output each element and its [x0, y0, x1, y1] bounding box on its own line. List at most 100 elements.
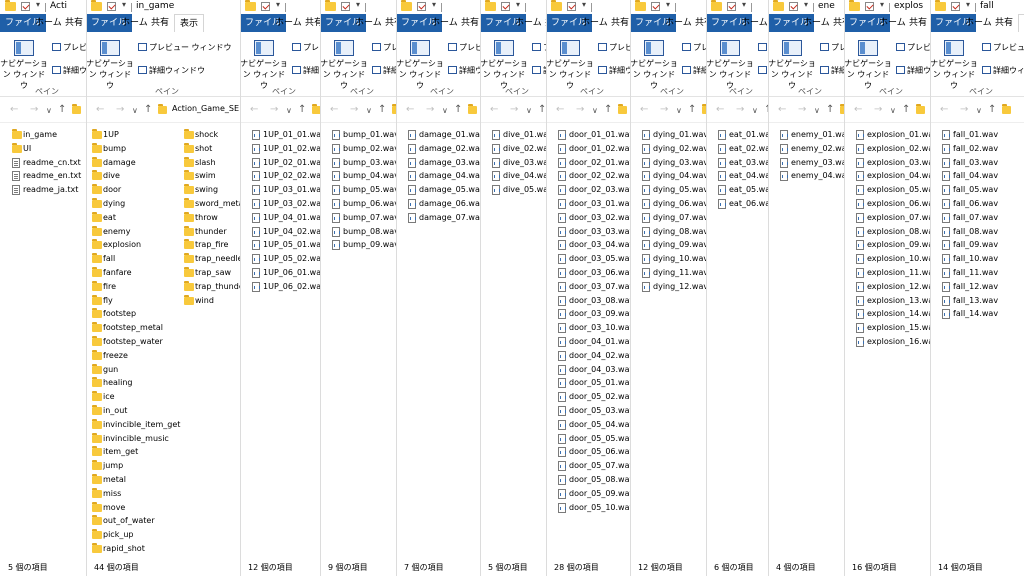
navigation-pane-icon[interactable] — [720, 40, 740, 56]
recent-chevron-icon[interactable]: ∨ — [592, 106, 598, 115]
back-arrow-icon[interactable]: ← — [716, 104, 724, 115]
up-arrow-icon[interactable]: ↑ — [58, 104, 66, 115]
preview-pane-button[interactable]: プレビュー ウィンドウ — [303, 42, 320, 53]
tab-share[interactable]: 共有 — [146, 14, 174, 32]
recent-chevron-icon[interactable]: ∨ — [46, 106, 52, 115]
details-pane-button[interactable]: 詳細ウィンドウ — [831, 65, 844, 76]
preview-pane-button[interactable]: プレビュー ウィンドウ — [383, 42, 396, 53]
forward-arrow-icon[interactable]: → — [350, 104, 358, 115]
tab-home[interactable]: ホーム — [736, 14, 768, 32]
tab-view[interactable]: 表示 — [1018, 14, 1024, 33]
preview-pane-button[interactable]: プレビュー ウィンドウ — [831, 42, 844, 53]
tab-share[interactable]: 共有 — [606, 14, 630, 32]
details-pane-button[interactable]: 詳細ウィンドウ — [693, 65, 706, 76]
preview-pane-button[interactable]: プレビュー ウィンドウ — [609, 42, 630, 53]
up-arrow-icon[interactable]: ↑ — [454, 104, 462, 115]
details-pane-button[interactable]: 詳細ウィンドウ — [993, 65, 1024, 76]
tab-share[interactable]: 共有 — [380, 14, 396, 32]
chevron-down-icon[interactable]: ▾ — [432, 0, 436, 9]
back-arrow-icon[interactable]: ← — [778, 104, 786, 115]
forward-arrow-icon[interactable]: → — [736, 104, 744, 115]
forward-arrow-icon[interactable]: → — [960, 104, 968, 115]
chevron-down-icon[interactable]: ▾ — [122, 0, 126, 9]
preview-pane-button[interactable]: プレビュー ウィンドウ — [149, 42, 232, 53]
preview-pane-icon[interactable] — [532, 43, 541, 51]
back-arrow-icon[interactable]: ← — [940, 104, 948, 115]
details-pane-icon[interactable] — [52, 66, 61, 74]
chevron-down-icon[interactable]: ▾ — [276, 0, 280, 9]
checkbox-icon[interactable] — [107, 2, 116, 11]
details-pane-icon[interactable] — [138, 66, 147, 74]
navigation-pane-icon[interactable] — [14, 40, 34, 56]
back-arrow-icon[interactable]: ← — [854, 104, 862, 115]
tab-share[interactable]: 共有 — [828, 14, 844, 32]
preview-pane-button[interactable]: プレビュー ウィンドウ — [63, 42, 86, 53]
checkbox-icon[interactable] — [651, 2, 660, 11]
details-pane-icon[interactable] — [448, 66, 457, 74]
preview-pane-button[interactable]: プレビュー ウィンドウ — [459, 42, 480, 53]
navigation-pane-icon[interactable] — [858, 40, 878, 56]
details-pane-button[interactable]: 詳細ウィンドウ — [383, 65, 396, 76]
preview-pane-icon[interactable] — [758, 43, 767, 51]
checkbox-icon[interactable] — [951, 2, 960, 11]
chevron-down-icon[interactable]: ▾ — [804, 0, 808, 9]
preview-pane-icon[interactable] — [372, 43, 381, 51]
checkbox-icon[interactable] — [567, 2, 576, 11]
chevron-down-icon[interactable]: ▾ — [36, 0, 40, 9]
forward-arrow-icon[interactable]: → — [30, 104, 38, 115]
back-arrow-icon[interactable]: ← — [96, 104, 104, 115]
chevron-down-icon[interactable]: ▾ — [666, 0, 670, 9]
address-path[interactable]: Action_Game_SE — [172, 104, 239, 113]
navigation-pane-icon[interactable] — [410, 40, 430, 56]
recent-chevron-icon[interactable]: ∨ — [442, 106, 448, 115]
up-arrow-icon[interactable]: ↑ — [378, 104, 386, 115]
details-pane-icon[interactable] — [292, 66, 301, 74]
checkbox-icon[interactable] — [865, 2, 874, 11]
recent-chevron-icon[interactable]: ∨ — [366, 106, 372, 115]
preview-pane-icon[interactable] — [682, 43, 691, 51]
navigation-pane-icon[interactable] — [100, 40, 120, 56]
up-arrow-icon[interactable]: ↑ — [902, 104, 910, 115]
recent-chevron-icon[interactable]: ∨ — [752, 106, 758, 115]
up-arrow-icon[interactable]: ↑ — [144, 104, 152, 115]
details-pane-icon[interactable] — [532, 66, 541, 74]
navigation-pane-icon[interactable] — [644, 40, 664, 56]
recent-chevron-icon[interactable]: ∨ — [286, 106, 292, 115]
tab-share[interactable]: 共有 — [690, 14, 706, 32]
tab-share[interactable]: 共有 — [990, 14, 1018, 32]
preview-pane-icon[interactable] — [448, 43, 457, 51]
preview-pane-icon[interactable] — [982, 43, 991, 51]
preview-pane-button[interactable]: プレビュー ウィンドウ — [993, 42, 1024, 53]
forward-arrow-icon[interactable]: → — [660, 104, 668, 115]
tab-share[interactable]: 共有 — [456, 14, 480, 32]
checkbox-icon[interactable] — [341, 2, 350, 11]
details-pane-icon[interactable] — [682, 66, 691, 74]
tab-view[interactable]: 表示 — [174, 14, 205, 33]
back-arrow-icon[interactable]: ← — [330, 104, 338, 115]
up-arrow-icon[interactable]: ↑ — [538, 104, 546, 115]
details-pane-button[interactable]: 詳細ウィンドウ — [63, 65, 86, 76]
forward-arrow-icon[interactable]: → — [270, 104, 278, 115]
checkbox-icon[interactable] — [21, 2, 30, 11]
checkbox-icon[interactable] — [261, 2, 270, 11]
checkbox-icon[interactable] — [727, 2, 736, 11]
details-pane-button[interactable]: 詳細ウィンドウ — [303, 65, 320, 76]
forward-arrow-icon[interactable]: → — [798, 104, 806, 115]
navigation-pane-icon[interactable] — [944, 40, 964, 56]
back-arrow-icon[interactable]: ← — [406, 104, 414, 115]
navigation-pane-icon[interactable] — [254, 40, 274, 56]
checkbox-icon[interactable] — [501, 2, 510, 11]
details-pane-button[interactable]: 詳細ウィンドウ — [459, 65, 480, 76]
up-arrow-icon[interactable]: ↑ — [604, 104, 612, 115]
details-pane-icon[interactable] — [758, 66, 767, 74]
recent-chevron-icon[interactable]: ∨ — [526, 106, 532, 115]
preview-pane-icon[interactable] — [820, 43, 829, 51]
details-pane-icon[interactable] — [372, 66, 381, 74]
forward-arrow-icon[interactable]: → — [426, 104, 434, 115]
navigation-pane-icon[interactable] — [494, 40, 514, 56]
navigation-pane-icon[interactable] — [782, 40, 802, 56]
preview-pane-icon[interactable] — [598, 43, 607, 51]
navigation-pane-icon[interactable] — [334, 40, 354, 56]
chevron-down-icon[interactable]: ▾ — [742, 0, 746, 9]
back-arrow-icon[interactable]: ← — [640, 104, 648, 115]
